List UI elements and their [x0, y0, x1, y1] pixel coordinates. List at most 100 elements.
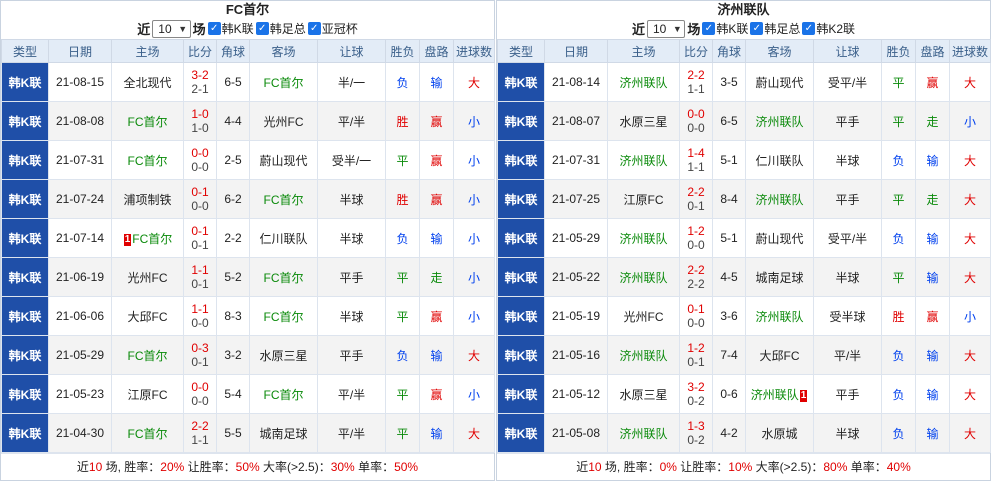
home-team-cell[interactable]: 1 FC首尔	[111, 218, 184, 258]
score-cell[interactable]: 1-4 1-1	[679, 140, 713, 180]
score-cell[interactable]: 1-2 0-0	[679, 218, 713, 258]
checkmark-icon[interactable]: ✓	[802, 22, 816, 35]
score-cell[interactable]: 0-1 0-1	[183, 218, 217, 258]
home-team-cell[interactable]: FC首尔	[111, 335, 184, 375]
match-row[interactable]: 韩K联 21-06-06 大邱FC 1-1 0-0 8-3 FC首尔 半球平赢小	[1, 296, 495, 336]
home-team-cell[interactable]: 江原FC	[607, 179, 680, 219]
score-cell[interactable]: 1-2 0-1	[679, 335, 713, 375]
match-row[interactable]: 韩K联 21-05-19 光州FC 0-1 0-0 3-6 济州联队 受半球胜赢小	[497, 296, 991, 336]
score-cell[interactable]: 0-0 0-0	[183, 140, 217, 180]
team-panel-right: 济州联队近 10 ▼ 场 ✓ 韩K联 ✓ 韩足总 ✓ 韩K2联 类型 日期 主场 比分 角球 客场 让球 胜负 盘路…	[496, 0, 991, 481]
result-cell: 平	[385, 374, 420, 414]
away-team-cell[interactable]: 城南足球	[249, 413, 318, 453]
home-team-cell[interactable]: 江原FC	[111, 374, 184, 414]
home-team-cell[interactable]: FC首尔	[111, 140, 184, 180]
home-team-cell[interactable]: 济州联队	[607, 218, 680, 258]
score-cell[interactable]: 2-2 1-1	[679, 62, 713, 102]
match-row[interactable]: 韩K联 21-08-14 济州联队 2-2 1-1 3-5 蔚山现代 受平/半平赢大	[497, 62, 991, 102]
match-count-select[interactable]: 10 ▼	[152, 19, 191, 38]
score-cell[interactable]: 2-2 1-1	[183, 413, 217, 453]
score-cell[interactable]: 1-1 0-0	[183, 296, 217, 336]
match-row[interactable]: 韩K联 21-08-08 FC首尔 1-0 1-0 4-4 光州FC 平/半胜赢小	[1, 101, 495, 141]
home-team-cell[interactable]: 济州联队	[607, 140, 680, 180]
score-cell[interactable]: 0-0 0-0	[183, 374, 217, 414]
home-team-cell[interactable]: 水原三星	[607, 374, 680, 414]
away-team-cell[interactable]: 大邱FC	[745, 335, 814, 375]
checkmark-icon[interactable]: ✓	[255, 22, 269, 35]
home-team-cell[interactable]: 济州联队	[607, 62, 680, 102]
league-checkbox[interactable]: ✓ 韩足总	[255, 20, 306, 37]
score-cell[interactable]: 3-2 2-1	[183, 62, 217, 102]
away-team-cell[interactable]: 济州联队	[745, 296, 814, 336]
league-checkbox[interactable]: ✓ 韩K2联	[802, 20, 855, 37]
score-cell[interactable]: 0-3 0-1	[183, 335, 217, 375]
score-cell[interactable]: 0-1 0-0	[679, 296, 713, 336]
league-checkbox[interactable]: ✓ 韩K联	[207, 20, 254, 37]
away-team-cell[interactable]: FC首尔	[249, 179, 318, 219]
match-row[interactable]: 韩K联 21-05-23 江原FC 0-0 0-0 5-4 FC首尔 平/半平赢小	[1, 374, 495, 414]
result-cell: 平	[385, 257, 420, 297]
match-row[interactable]: 韩K联 21-08-15 全北现代 3-2 2-1 6-5 FC首尔 半/一负输大	[1, 62, 495, 102]
away-team-cell[interactable]: 水原城	[745, 413, 814, 453]
match-row[interactable]: 韩K联 21-07-31 济州联队 1-4 1-1 5-1 仁川联队 半球负输大	[497, 140, 991, 180]
match-row[interactable]: 韩K联 21-05-22 济州联队 2-2 2-2 4-5 城南足球 半球平输大	[497, 257, 991, 297]
home-team-cell[interactable]: 大邱FC	[111, 296, 184, 336]
home-team-cell[interactable]: 济州联队	[607, 257, 680, 297]
away-team-cell[interactable]: FC首尔	[249, 374, 318, 414]
checkmark-icon[interactable]: ✓	[307, 22, 321, 35]
away-team-cell[interactable]: 蔚山现代	[745, 62, 814, 102]
match-row[interactable]: 韩K联 21-07-25 江原FC 2-2 0-1 8-4 济州联队 平手平走大	[497, 179, 991, 219]
league-checkbox[interactable]: ✓ 韩K联	[702, 20, 748, 37]
score-cell[interactable]: 1-3 0-2	[679, 413, 713, 453]
match-row[interactable]: 韩K联 21-05-12 水原三星 3-2 0-2 0-6 济州联队 1 平手负输大	[497, 374, 991, 414]
away-team-cell[interactable]: 光州FC	[249, 101, 318, 141]
home-team-cell[interactable]: 济州联队	[607, 335, 680, 375]
match-row[interactable]: 韩K联 21-05-16 济州联队 1-2 0-1 7-4 大邱FC 平/半负输大	[497, 335, 991, 375]
checkmark-icon[interactable]: ✓	[750, 22, 764, 35]
away-team-cell[interactable]: FC首尔	[249, 62, 318, 102]
match-row[interactable]: 韩K联 21-07-24 浦项制铁 0-1 0-0 6-2 FC首尔 半球胜赢小	[1, 179, 495, 219]
match-row[interactable]: 韩K联 21-06-19 光州FC 1-1 0-1 5-2 FC首尔 平手平走小	[1, 257, 495, 297]
home-team-cell[interactable]: 水原三星	[607, 101, 680, 141]
home-team-cell[interactable]: 浦项制铁	[111, 179, 184, 219]
away-team-cell[interactable]: 城南足球	[745, 257, 814, 297]
match-row[interactable]: 韩K联 21-07-14 1 FC首尔 0-1 0-1 2-2 仁川联队 半球负输小	[1, 218, 495, 258]
home-team-cell[interactable]: FC首尔	[111, 101, 184, 141]
match-row[interactable]: 韩K联 21-05-29 FC首尔 0-3 0-1 3-2 水原三星 平手负输大	[1, 335, 495, 375]
match-row[interactable]: 韩K联 21-04-30 FC首尔 2-2 1-1 5-5 城南足球 平/半平输大	[1, 413, 495, 453]
league-checkbox[interactable]: ✓ 亚冠杯	[307, 20, 358, 37]
away-team-cell[interactable]: 济州联队 1	[745, 374, 814, 414]
home-team-cell[interactable]: 全北现代	[111, 62, 184, 102]
score-cell[interactable]: 2-2 0-1	[679, 179, 713, 219]
match-row[interactable]: 韩K联 21-05-08 济州联队 1-3 0-2 4-2 水原城 半球负输大	[497, 413, 991, 453]
league-checkbox[interactable]: ✓ 韩足总	[750, 20, 800, 37]
league-checkbox-label: 韩K联	[221, 22, 254, 36]
home-team-cell[interactable]: FC首尔	[111, 413, 184, 453]
score-cell[interactable]: 2-2 2-2	[679, 257, 713, 297]
away-team-cell[interactable]: 仁川联队	[745, 140, 814, 180]
home-team-cell[interactable]: 济州联队	[607, 413, 680, 453]
score-cell[interactable]: 0-0 0-0	[679, 101, 713, 141]
score-cell[interactable]: 1-1 0-1	[183, 257, 217, 297]
away-team-cell[interactable]: 水原三星	[249, 335, 318, 375]
score-cell[interactable]: 0-1 0-0	[183, 179, 217, 219]
home-team-cell[interactable]: 光州FC	[607, 296, 680, 336]
score-cell[interactable]: 1-0 1-0	[183, 101, 217, 141]
full-time-score: 0-0	[191, 146, 209, 160]
away-team-cell[interactable]: FC首尔	[249, 257, 318, 297]
away-team-cell[interactable]: 蔚山现代	[249, 140, 318, 180]
checkmark-icon[interactable]: ✓	[207, 22, 221, 35]
away-team-cell[interactable]: FC首尔	[249, 296, 318, 336]
home-team-cell[interactable]: 光州FC	[111, 257, 184, 297]
match-row[interactable]: 韩K联 21-05-29 济州联队 1-2 0-0 5-1 蔚山现代 受平/半负输大	[497, 218, 991, 258]
away-team-cell[interactable]: 蔚山现代	[745, 218, 814, 258]
checkmark-icon[interactable]: ✓	[702, 22, 716, 35]
away-team-cell[interactable]: 济州联队	[745, 179, 814, 219]
away-team-cell[interactable]: 仁川联队	[249, 218, 318, 258]
column-header: 角球	[712, 39, 746, 63]
score-cell[interactable]: 3-2 0-2	[679, 374, 713, 414]
match-count-select[interactable]: 10 ▼	[646, 19, 686, 38]
away-team-cell[interactable]: 济州联队	[745, 101, 814, 141]
match-row[interactable]: 韩K联 21-08-07 水原三星 0-0 0-0 6-5 济州联队 平手平走小	[497, 101, 991, 141]
match-row[interactable]: 韩K联 21-07-31 FC首尔 0-0 0-0 2-5 蔚山现代 受半/一平赢小	[1, 140, 495, 180]
